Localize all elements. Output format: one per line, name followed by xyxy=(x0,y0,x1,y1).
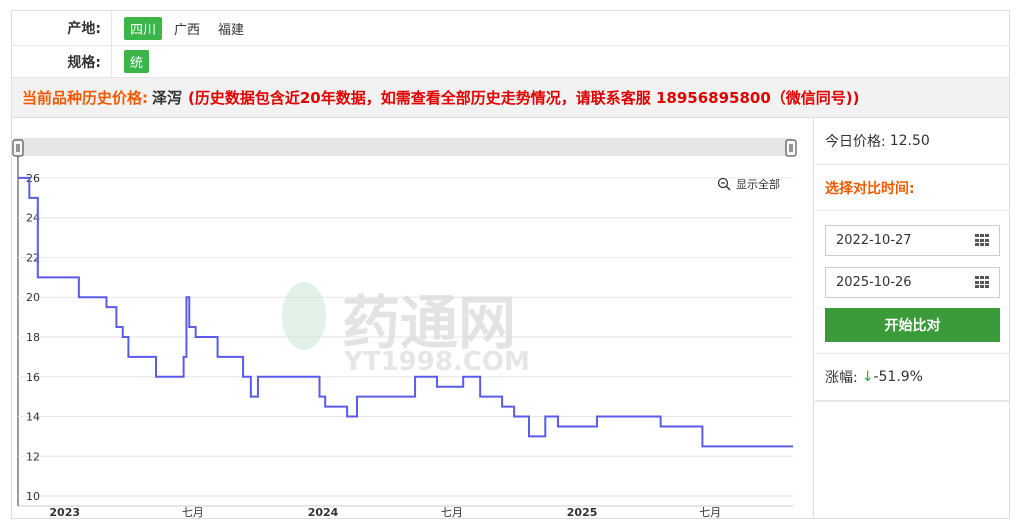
origin-option[interactable]: 四川 xyxy=(124,16,163,40)
change-value: -51.9% xyxy=(873,369,923,385)
compare-label: 选择对比时间: xyxy=(825,180,915,197)
calendar-icon xyxy=(975,234,989,247)
today-price-row: 今日价格: 12.50 xyxy=(815,118,1010,165)
watermark: 药通网 YT1998.COM xyxy=(282,282,530,377)
navigator-right-handle[interactable] xyxy=(785,139,797,157)
spec-filter-row: 规格: 统 xyxy=(12,46,1009,78)
change-row: 涨幅: ↓ -51.9% xyxy=(815,354,1010,401)
x-tick-label: 七月 xyxy=(441,506,463,518)
spec-label: 规格: xyxy=(12,46,112,77)
y-tick-label: 16 xyxy=(26,371,40,384)
start-date-value: 2022-10-27 xyxy=(836,233,912,248)
watermark-logo-icon xyxy=(282,282,326,350)
y-tick-label: 10 xyxy=(26,490,40,503)
start-date-input[interactable]: 2022-10-27 xyxy=(825,225,1000,256)
y-tick-label: 20 xyxy=(26,291,40,304)
x-tick-label: 2023 xyxy=(49,506,80,518)
x-tick-label: 七月 xyxy=(699,506,721,518)
x-tick-label: 七月 xyxy=(182,506,204,518)
start-compare-button[interactable]: 开始比对 xyxy=(825,308,1000,342)
down-arrow-icon: ↓ xyxy=(861,369,874,385)
today-price-value: 12.50 xyxy=(889,133,930,149)
history-note: (历史数据包含近20年数据，如需查看全部历史走势情况，请联系客服 1895689… xyxy=(188,89,860,107)
today-price-label: 今日价格: xyxy=(825,134,886,150)
x-tick-label: 2024 xyxy=(308,506,339,518)
navigator-bar[interactable] xyxy=(14,138,792,156)
origin-filter-row: 产地: 四川 广西 福建 xyxy=(12,11,1009,46)
change-label: 涨幅: xyxy=(825,370,858,386)
origin-label: 产地: xyxy=(12,11,112,45)
calendar-icon xyxy=(975,276,989,289)
price-chart: 药通网 YT1998.COM 10 12 14 16 18 20 22 24 26 2023 七月… xyxy=(12,118,814,519)
navigator-left-handle[interactable] xyxy=(12,139,24,157)
compare-sidebar: 今日价格: 12.50 选择对比时间: 2022-10-27 2025-10-2… xyxy=(815,118,1010,518)
show-all-button[interactable]: 显示全部 xyxy=(717,177,781,191)
end-date-value: 2025-10-26 xyxy=(836,275,912,290)
y-tick-label: 14 xyxy=(26,411,40,424)
origin-option[interactable]: 广西 xyxy=(168,17,206,40)
product-name: 泽泻 xyxy=(152,89,183,107)
price-panel: 产地: 四川 广西 福建 规格: 统 当前品种历史价格: 泽泻 (历史数据包含近20… xyxy=(11,10,1010,519)
spec-option[interactable]: 统 xyxy=(124,50,150,73)
end-date-input[interactable]: 2025-10-26 xyxy=(825,267,1000,298)
banner-label: 当前品种历史价格: xyxy=(22,89,148,107)
history-price-banner: 当前品种历史价格: 泽泻 (历史数据包含近20年数据，如需查看全部历史走势情况，… xyxy=(12,78,1009,118)
watermark-en: YT1998.COM xyxy=(343,347,530,377)
y-tick-label: 12 xyxy=(26,450,40,463)
x-tick-label: 2025 xyxy=(567,506,598,518)
spec-options: 统 xyxy=(112,50,150,73)
zoom-out-icon xyxy=(717,177,731,191)
origin-options: 四川 广西 福建 xyxy=(112,16,250,40)
y-tick-label: 18 xyxy=(26,331,40,344)
show-all-label: 显示全部 xyxy=(736,177,780,191)
price-chart-svg: 药通网 YT1998.COM 101214161820222426 2023 七月… xyxy=(12,138,797,519)
origin-option[interactable]: 福建 xyxy=(212,17,250,40)
compare-title-row: 选择对比时间: xyxy=(815,165,1010,211)
